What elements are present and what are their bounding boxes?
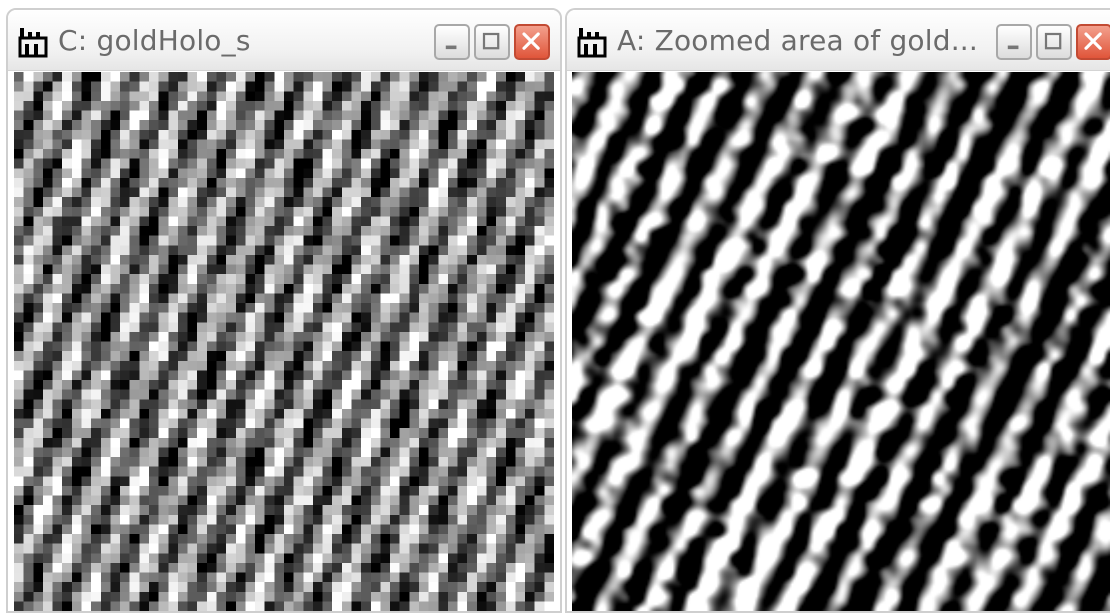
window-c-image[interactable] [14,72,554,611]
close-button[interactable] [1076,24,1110,60]
maximize-button[interactable] [474,24,510,60]
window-c-title: C: goldHolo_s [58,24,251,57]
window-a-image[interactable] [572,72,1110,611]
maximize-button[interactable] [1036,24,1072,60]
window-a-title: A: Zoomed area of gold... [617,24,979,57]
window-c-titlebar[interactable]: C: goldHolo_s [8,10,560,71]
minimize-icon [445,45,457,50]
close-icon [522,32,540,50]
minimize-icon [1007,45,1019,50]
window-a-titlebar[interactable]: A: Zoomed area of gold... [567,10,1110,71]
window-a: A: Zoomed area of gold... [565,8,1110,613]
minimize-button[interactable] [996,24,1032,60]
minimize-button[interactable] [434,24,470,60]
close-icon [1084,32,1102,50]
imagej-microscope-icon [577,28,607,58]
maximize-icon [1044,32,1062,50]
close-button[interactable] [514,24,550,60]
hologram-image-smooth[interactable] [572,72,1110,611]
window-c: C: goldHolo_s [6,8,562,613]
imagej-microscope-icon [18,28,48,58]
hologram-image-pixelated[interactable] [14,72,554,611]
maximize-icon [482,32,500,50]
